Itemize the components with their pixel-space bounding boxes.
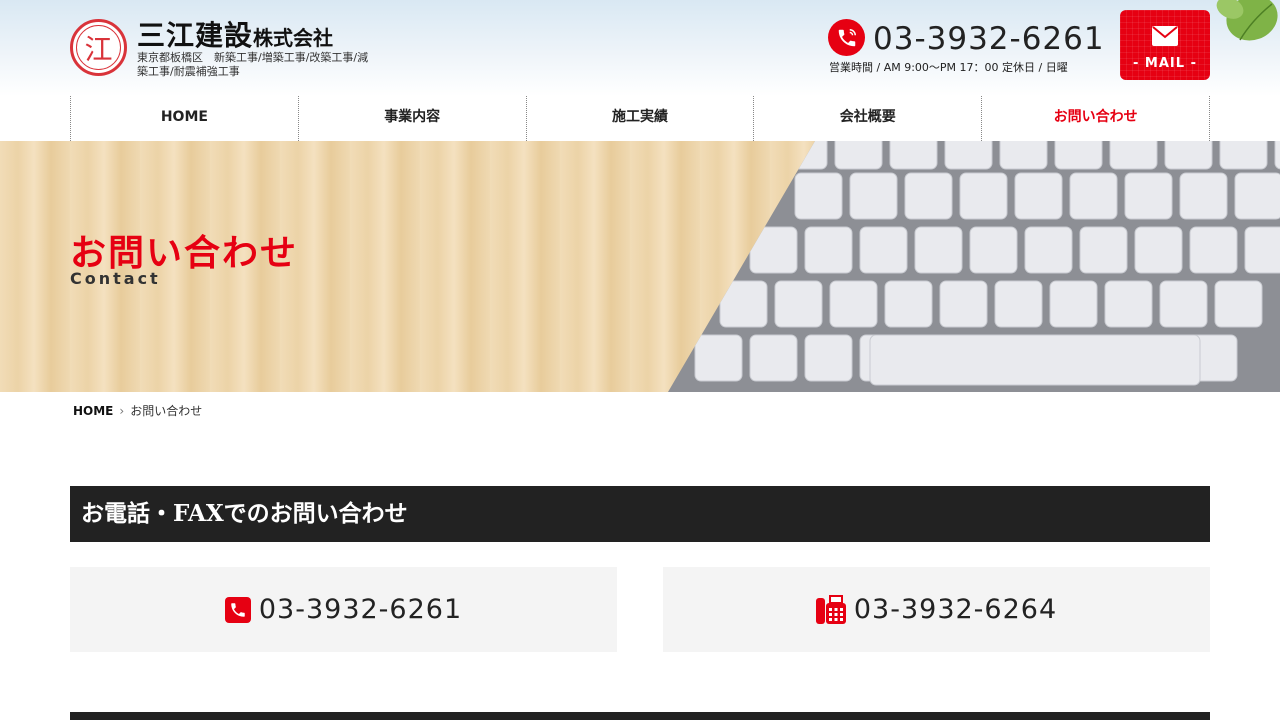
keyboard-key-decoration: [779, 141, 828, 170]
keyboard-key-decoration: [914, 226, 963, 274]
tel-box[interactable]: 03-3932-6261: [70, 567, 617, 652]
keyboard-key-decoration: [694, 334, 743, 382]
leaf-decoration-icon: [1216, 0, 1278, 41]
keyboard-key-decoration: [1274, 141, 1280, 170]
keyboard-key-decoration: [994, 280, 1043, 328]
keyboard-key-decoration: [959, 172, 1008, 220]
keyboard-key-decoration: [804, 334, 853, 382]
fax-icon: [815, 594, 846, 624]
keyboard-key-decoration: [884, 280, 933, 328]
keyboard-key-decoration: [1109, 141, 1158, 170]
keyboard-key-decoration: [749, 334, 798, 382]
keyboard-key-decoration: [1014, 172, 1063, 220]
nav-contact[interactable]: お問い合わせ: [981, 96, 1210, 141]
company-name-main: 三江建設: [137, 19, 254, 52]
keyboard-key-decoration: [794, 172, 843, 220]
section-heading: お電話・FAXでのお問い合わせ: [70, 486, 1210, 542]
breadcrumb-current: お問い合わせ: [130, 404, 203, 418]
keyboard-key-decoration: [889, 141, 938, 170]
breadcrumb-chevron-icon: ›: [119, 404, 125, 418]
keyboard-key-decoration: [774, 280, 823, 328]
keyboard-key-decoration: [1179, 172, 1228, 220]
logo-mark-text: 江: [76, 25, 121, 70]
site-header: 江 三江建設株式会社 東京都板橋区 新築工事/増築工事/改築工事/減築工事/耐震…: [0, 0, 1280, 96]
nav-home[interactable]: HOME: [70, 96, 298, 141]
keyboard-key-decoration: [1164, 141, 1213, 170]
mail-button-label: - MAIL -: [1133, 56, 1197, 71]
keyboard-key-decoration: [1124, 172, 1173, 220]
keyboard-key-decoration: [1189, 226, 1238, 274]
keyboard-key-decoration: [1234, 172, 1280, 220]
fax-box[interactable]: 03-3932-6264: [663, 567, 1210, 652]
mail-icon: [1152, 26, 1178, 46]
company-name-suffix: 株式会社: [253, 26, 334, 50]
keyboard-key-decoration: [1134, 226, 1183, 274]
company-logo[interactable]: 江: [70, 19, 127, 76]
keyboard-key-decoration: [944, 141, 993, 170]
keyboard-key-decoration: [969, 226, 1018, 274]
phone-icon: [224, 596, 251, 623]
keyboard-key-decoration: [904, 172, 953, 220]
business-hours: 営業時間 / AM 9:00〜PM 17：00 定休日 / 日曜: [829, 61, 1068, 74]
keyboard-key-decoration: [1159, 280, 1208, 328]
next-section-heading-bar: [70, 712, 1210, 720]
nav-company[interactable]: 会社概要: [753, 96, 981, 141]
keyboard-key-decoration: [804, 226, 853, 274]
keyboard-key-decoration: [829, 280, 878, 328]
keyboard-key-decoration: [999, 141, 1048, 170]
keyboard-key-decoration: [1054, 141, 1103, 170]
tel-number: 03-3932-6261: [258, 594, 463, 625]
keyboard-key-decoration: [1049, 280, 1098, 328]
header-phone-number[interactable]: 03-3932-6261: [873, 19, 1105, 59]
keyboard-key-decoration: [859, 226, 908, 274]
breadcrumb: HOME › お問い合わせ: [73, 402, 202, 419]
keyboard-key-decoration: [1104, 280, 1153, 328]
fax-number: 03-3932-6264: [853, 594, 1058, 625]
nav-works[interactable]: 施工実績: [525, 96, 754, 141]
keyboard-key-decoration: [1214, 280, 1263, 328]
page-subtitle: Contact: [70, 269, 161, 288]
keyboard-key-decoration: [849, 172, 898, 220]
keyboard-key-decoration: [939, 280, 988, 328]
nav-services[interactable]: 事業内容: [297, 96, 526, 141]
keyboard-spacebar-decoration: [869, 334, 1201, 386]
keyboard-key-decoration: [749, 226, 798, 274]
company-description: 東京都板橋区 新築工事/増築工事/改築工事/減築工事/耐震補強工事: [137, 51, 369, 78]
keyboard-key-decoration: [834, 141, 883, 170]
mail-button[interactable]: - MAIL -: [1120, 10, 1210, 80]
breadcrumb-home[interactable]: HOME: [73, 404, 113, 418]
company-name[interactable]: 三江建設株式会社: [137, 14, 333, 54]
keyboard-key-decoration: [719, 280, 768, 328]
keyboard-key-decoration: [1219, 141, 1268, 170]
global-nav: HOME 事業内容 施工実績 会社概要 お問い合わせ: [70, 96, 1210, 141]
keyboard-key-decoration: [1079, 226, 1128, 274]
phone-icon: [828, 19, 865, 56]
keyboard-key-decoration: [1069, 172, 1118, 220]
keyboard-key-decoration: [1244, 226, 1280, 274]
keyboard-key-decoration: [1024, 226, 1073, 274]
